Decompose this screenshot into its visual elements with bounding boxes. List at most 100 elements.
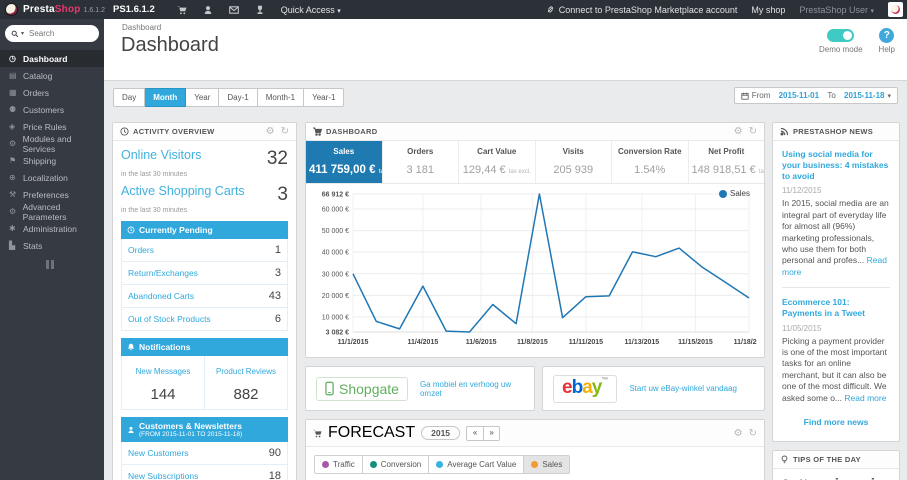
out-of-stock-link[interactable]: Out of Stock Products bbox=[128, 314, 211, 324]
sidebar-search[interactable]: ▾ bbox=[5, 25, 99, 42]
news-headline[interactable]: Ecommerce 101: Payments in a Tweet bbox=[782, 297, 890, 319]
currently-pending-header: Currently Pending bbox=[121, 221, 288, 239]
metric-cart-value[interactable]: Cart Value 129,44 € tax excl. bbox=[459, 141, 536, 183]
sidebar-item-customers[interactable]: ⚉ Customers bbox=[0, 101, 104, 118]
sidebar-item-localization[interactable]: ⊕ Localization bbox=[0, 169, 104, 186]
sidebar-collapse-handle[interactable] bbox=[46, 260, 55, 269]
search-input[interactable] bbox=[29, 29, 82, 38]
metric-net-profit[interactable]: Net Profit148 918,51 € tax excl. bbox=[689, 141, 765, 183]
active-carts-link[interactable]: Active Shopping Carts bbox=[121, 184, 245, 198]
tab-day-minus-1[interactable]: Day-1 bbox=[219, 88, 258, 107]
panel-settings-icon[interactable]: ⚙ bbox=[734, 127, 743, 137]
tab-day[interactable]: Day bbox=[113, 88, 146, 107]
breadcrumb[interactable]: Dashboard bbox=[122, 23, 161, 32]
quick-access-menu[interactable]: Quick Access ▾ bbox=[281, 5, 341, 15]
abandoned-carts-link[interactable]: Abandoned Carts bbox=[128, 291, 194, 301]
search-scope-caret-icon[interactable]: ▾ bbox=[21, 30, 24, 37]
news-headline[interactable]: Using social media for your business: 4 … bbox=[782, 149, 890, 182]
sidebar-item-orders[interactable]: ▦ Orders bbox=[0, 84, 104, 101]
metric-orders[interactable]: Orders 3 181 bbox=[383, 141, 459, 183]
new-customers-link[interactable]: New Customers bbox=[128, 448, 188, 458]
sidebar-item-modules[interactable]: ⚙ Modules and Services bbox=[0, 134, 104, 154]
content-area: Day Month Year Day-1 Month-1 Year-1 From… bbox=[104, 81, 907, 480]
find-more-news-link[interactable]: Find more news bbox=[782, 417, 890, 427]
top-bar: PrestaShop 1.6.1.2 PS1.6.1.2 Quick Acces… bbox=[0, 0, 907, 19]
my-shop-link[interactable]: My shop bbox=[751, 5, 785, 15]
user-avatar[interactable] bbox=[888, 2, 903, 17]
product-reviews-link[interactable]: Product Reviews bbox=[216, 367, 276, 376]
prestashop-logo-icon[interactable] bbox=[5, 3, 18, 16]
forecast-toggle-avg-cart-value[interactable]: Average Cart Value bbox=[429, 455, 525, 474]
help-icon[interactable]: ? bbox=[879, 28, 895, 43]
forecast-next-button[interactable]: » bbox=[483, 425, 501, 441]
svg-text:11/13/2015: 11/13/2015 bbox=[625, 339, 660, 346]
dashboard-panel-title: DASHBOARD bbox=[326, 127, 378, 136]
tab-month-minus-1[interactable]: Month-1 bbox=[257, 88, 305, 107]
svg-text:40 000 €: 40 000 € bbox=[322, 250, 349, 257]
returns-link[interactable]: Return/Exchanges bbox=[128, 268, 198, 278]
bell-icon bbox=[127, 343, 135, 351]
help-control: ? Help bbox=[879, 27, 895, 54]
online-visitors-link[interactable]: Online Visitors bbox=[121, 148, 201, 162]
forecast-prev-button[interactable]: « bbox=[466, 425, 484, 441]
customers-newsletters-header: Customers & Newsletters (FROM 2015-11-01 … bbox=[121, 417, 288, 442]
shopgate-banner: Shopgate Ga mobiel en verhoog uw omzet bbox=[305, 366, 535, 411]
panel-refresh-icon[interactable]: ↻ bbox=[281, 127, 289, 137]
orders-link[interactable]: Orders bbox=[128, 245, 154, 255]
sidebar-item-stats[interactable]: ▙ Stats bbox=[0, 237, 104, 254]
news-excerpt: Picking a payment provider is one of the… bbox=[782, 335, 887, 403]
sidebar-item-preferences[interactable]: ⚒ Preferences bbox=[0, 186, 104, 203]
period-toolbar: Day Month Year Day-1 Month-1 Year-1 From… bbox=[113, 87, 898, 107]
tab-year-minus-1[interactable]: Year-1 bbox=[304, 88, 345, 107]
activity-overview-panel: ACTIVITY OVERVIEW ⚙ ↻ Online Visitors 32 i… bbox=[112, 122, 297, 480]
user-menu[interactable]: PrestaShop User ▾ bbox=[799, 5, 874, 15]
page-header: Dashboard Dashboard Demo mode ? Help bbox=[104, 19, 907, 81]
sales-chart: 3 082 € 10 000 € 20 000 € 30 000 € 40 000 € 5… bbox=[322, 192, 765, 347]
sidebar-item-price-rules[interactable]: ◈ Price Rules bbox=[0, 118, 104, 135]
ebay-logo[interactable]: ebay™ bbox=[553, 374, 618, 403]
new-messages-link[interactable]: New Messages bbox=[136, 367, 191, 376]
metric-sales[interactable]: Sales411 759,00 € tax excl. bbox=[306, 141, 383, 183]
activity-panel-title: ACTIVITY OVERVIEW bbox=[133, 127, 215, 136]
sidebar-item-shipping[interactable]: ⚑ Shipping bbox=[0, 152, 104, 169]
forecast-toggle-conversion[interactable]: Conversion bbox=[362, 455, 430, 474]
forecast-year[interactable]: 2015 bbox=[421, 426, 461, 440]
metric-visits[interactable]: Visits 205 939 bbox=[536, 141, 612, 183]
panel-settings-icon[interactable]: ⚙ bbox=[734, 428, 743, 438]
sidebar-item-administration[interactable]: ✱ Administration bbox=[0, 220, 104, 237]
sidebar-item-dashboard[interactable]: ◷ Dashboard bbox=[0, 50, 104, 67]
sidebar-item-catalog[interactable]: ▤ Catalog bbox=[0, 67, 104, 84]
panel-refresh-icon[interactable]: ↻ bbox=[749, 428, 757, 438]
clock-icon bbox=[127, 226, 135, 234]
shopgate-logo[interactable]: Shopgate bbox=[316, 376, 408, 401]
period-tabs: Day Month Year Day-1 Month-1 Year-1 bbox=[113, 88, 345, 107]
notifications-header: Notifications bbox=[121, 338, 288, 356]
demo-mode-toggle[interactable] bbox=[827, 29, 855, 42]
pending-row-out-of-stock: Out of Stock Products 6 bbox=[121, 308, 288, 331]
shopgate-link[interactable]: Ga mobiel en verhoog uw omzet bbox=[420, 380, 524, 398]
svg-text:30 000 €: 30 000 € bbox=[322, 271, 349, 278]
svg-text:20 000 €: 20 000 € bbox=[322, 293, 349, 300]
date-range-picker[interactable]: From 2015-11-01 To 2015-11-18 ▾ bbox=[733, 87, 898, 104]
cart-icon[interactable] bbox=[177, 5, 187, 15]
marketplace-connect-link[interactable]: Connect to PrestaShop Marketplace accoun… bbox=[546, 5, 737, 15]
metric-conversion-rate[interactable]: Conversion Rate 1.54% bbox=[612, 141, 689, 183]
brand-name[interactable]: PrestaShop bbox=[23, 4, 81, 15]
svg-text:3 082 €: 3 082 € bbox=[326, 330, 349, 337]
forecast-toggle-traffic[interactable]: Traffic bbox=[314, 455, 363, 474]
ebay-link[interactable]: Start uw eBay-winkel vandaag bbox=[629, 384, 737, 393]
forecast-toggle-sales[interactable]: Sales bbox=[524, 455, 571, 474]
panel-settings-icon[interactable]: ⚙ bbox=[266, 127, 275, 137]
tab-month[interactable]: Month bbox=[145, 88, 187, 107]
read-more-link[interactable]: Read more bbox=[844, 393, 886, 403]
new-subscriptions-link[interactable]: New Subscriptions bbox=[128, 471, 198, 480]
panel-refresh-icon[interactable]: ↻ bbox=[749, 127, 757, 137]
catalog-icon: ▤ bbox=[9, 71, 17, 80]
tab-year[interactable]: Year bbox=[186, 88, 220, 107]
chart-legend-sales[interactable]: Sales bbox=[718, 189, 750, 198]
employee-icon[interactable] bbox=[203, 5, 213, 15]
trophy-icon[interactable] bbox=[255, 5, 265, 15]
shopgate-phone-icon bbox=[325, 381, 334, 396]
messages-icon[interactable] bbox=[228, 5, 239, 15]
sidebar-item-advanced-parameters[interactable]: ⚙ Advanced Parameters bbox=[0, 202, 104, 222]
